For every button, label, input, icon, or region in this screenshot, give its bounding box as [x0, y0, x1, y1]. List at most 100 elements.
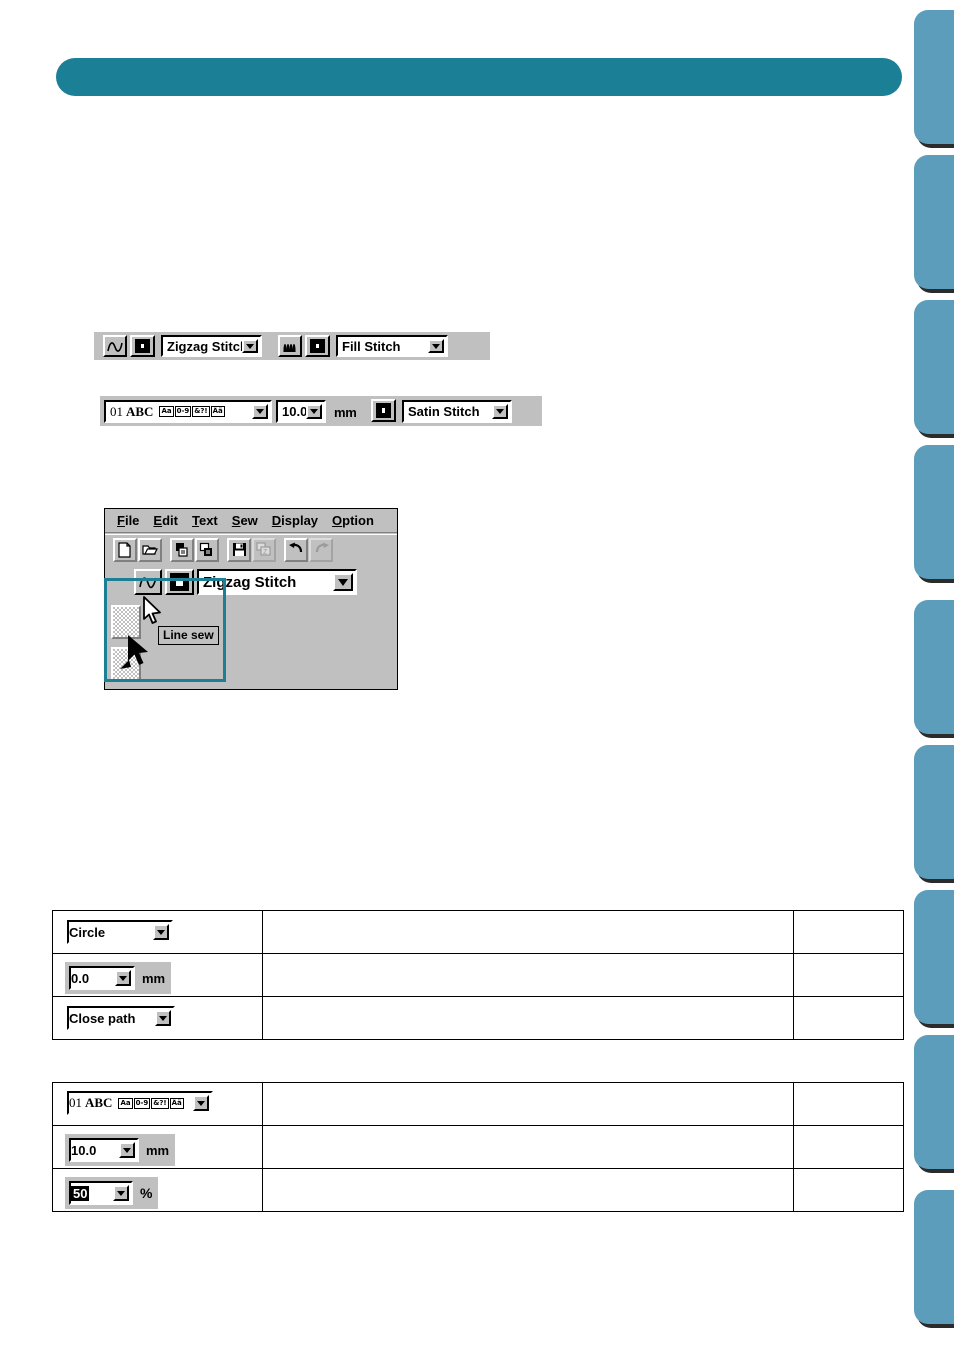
font-sample: ABC [85, 1095, 113, 1110]
svg-text:Z: Z [263, 549, 268, 556]
side-tab-5[interactable] [914, 600, 954, 734]
menu-item-text[interactable]: Text [192, 514, 218, 527]
side-tab-4[interactable] [914, 445, 954, 579]
text-size-combo[interactable]: 10.0 [276, 400, 326, 423]
side-tab-8[interactable] [914, 1035, 954, 1169]
thread-spool-icon [167, 571, 192, 593]
text-row-1-ref-cell [793, 1082, 904, 1126]
font-sample: ABC [126, 404, 154, 419]
menu-accel-display: D [271, 513, 282, 528]
chevron-down-icon[interactable] [428, 339, 444, 353]
menu-rest-edit: dit [162, 513, 178, 528]
line-sew-toggle-button-hovered[interactable] [134, 569, 162, 595]
font-select-combo[interactable]: 01 ABC Aa 0-9 &?! Ää [104, 400, 272, 423]
redo-button[interactable] [309, 537, 333, 562]
shape-row-1-ref-cell [793, 910, 904, 954]
thread-spool-icon [307, 337, 328, 355]
side-tab-1[interactable] [914, 10, 954, 144]
charset-box-1: Aa [159, 406, 174, 417]
region-stitch-type-combo[interactable]: Fill Stitch [336, 335, 448, 357]
font-number: 01 [110, 404, 123, 419]
line-sew-toggle-button[interactable] [103, 335, 127, 357]
font-select-combo[interactable]: 01 ABC Aa 0-9 &?! Ää [67, 1091, 213, 1115]
chevron-down-icon[interactable] [119, 1142, 135, 1158]
open-file-button[interactable] [138, 537, 162, 562]
thread-spool-icon [373, 401, 394, 420]
charset-box-4: Ää [210, 406, 225, 417]
menu-item-edit[interactable]: Edit [153, 514, 178, 527]
region-thread-color-button[interactable] [305, 335, 330, 357]
table-row: 10.0 mm [52, 1125, 904, 1169]
text-stitch-type-combo[interactable]: Satin Stitch [402, 400, 512, 423]
shape-type-combo[interactable]: Circle [67, 920, 173, 944]
menu-item-display[interactable]: Display [272, 514, 318, 527]
table-row: 0.0 mm [52, 953, 904, 997]
menu-item-file[interactable]: File [117, 514, 139, 527]
character-spacing-spinner-group: 50 % [65, 1177, 159, 1209]
save-button[interactable] [227, 537, 251, 562]
tooltip: Line sew [158, 626, 219, 645]
thread-spool-icon [132, 337, 153, 355]
new-document-icon [118, 541, 131, 558]
side-tab-3[interactable] [914, 300, 954, 434]
thread-color-button[interactable] [165, 569, 194, 595]
chevron-down-icon[interactable] [252, 404, 268, 419]
chevron-down-icon[interactable] [155, 1010, 171, 1026]
text-stitch-type-value: Satin Stitch [408, 404, 480, 419]
line-spacing-value: 0.0 [71, 970, 90, 986]
chevron-down-icon[interactable] [333, 573, 353, 591]
line-spacing-spinner[interactable]: 0.0 [69, 966, 135, 990]
shape-type-value: Circle [69, 924, 106, 940]
menu-accel-option: O [332, 513, 343, 528]
character-spacing-unit: % [140, 1185, 153, 1201]
menu-item-sew[interactable]: Sew [232, 514, 258, 527]
side-tab-2[interactable] [914, 155, 954, 289]
line-stitch-type-combo[interactable]: Zigzag Stitch [161, 335, 262, 357]
select-arrow-icon [128, 635, 148, 665]
new-file-button[interactable] [113, 537, 137, 562]
line-spacing-unit: mm [142, 970, 166, 986]
side-tab-6[interactable] [914, 745, 954, 879]
menu-bar: File Edit Text Sew Display Option [105, 509, 397, 533]
chevron-down-icon[interactable] [492, 404, 508, 419]
chevron-down-icon[interactable] [153, 924, 169, 940]
text-row-2-ref-cell [793, 1125, 904, 1169]
charset-box-3: &?! [192, 406, 210, 417]
write-to-card-button[interactable]: Z [252, 537, 276, 562]
side-tab-strip [900, 0, 954, 1348]
chevron-down-icon[interactable] [242, 339, 258, 353]
path-mode-combo[interactable]: Close path [67, 1006, 175, 1030]
region-sew-toggle-button[interactable] [278, 335, 302, 357]
import-design-icon [199, 542, 212, 556]
shape-row-1-description-cell [262, 910, 794, 954]
sew-attribute-toolbar: Zigzag Stitch Fill Stitch [94, 332, 490, 360]
shape-row-3-ref-cell [793, 996, 904, 1040]
sew-attribute-bar-in-window: Zigzag Stitch [105, 565, 397, 599]
chevron-down-icon[interactable] [113, 1185, 129, 1201]
chevron-down-icon[interactable] [193, 1095, 209, 1111]
charset-box-3: &?! [151, 1097, 169, 1109]
character-spacing-value: 50 [71, 1185, 90, 1201]
menu-accel-file: F [117, 513, 125, 528]
character-spacing-spinner[interactable]: 50 [69, 1181, 133, 1205]
line-sew-icon [139, 577, 157, 589]
stitch-type-value: Zigzag Stitch [203, 573, 297, 591]
import-from-design-button[interactable] [195, 537, 219, 562]
menu-rest-option: ption [342, 513, 374, 528]
text-size-spinner[interactable]: 10.0 [69, 1138, 139, 1162]
line-thread-color-button[interactable] [130, 335, 155, 357]
chevron-down-icon[interactable] [115, 970, 131, 986]
text-size-spinner-group: 10.0 mm [65, 1134, 176, 1166]
region-stitch-type-value: Fill Stitch [342, 338, 401, 354]
stitch-type-combo[interactable]: Zigzag Stitch [197, 569, 357, 595]
text-thread-color-button[interactable] [371, 399, 396, 422]
chevron-down-icon[interactable] [306, 404, 322, 419]
side-tab-7[interactable] [914, 890, 954, 1024]
menu-item-option[interactable]: Option [332, 514, 374, 527]
text-row-3-ref-cell [793, 1168, 904, 1212]
import-from-file-button[interactable] [170, 537, 194, 562]
text-size-unit: mm [334, 405, 357, 420]
page-header-banner [56, 58, 902, 96]
side-tab-9[interactable] [914, 1190, 954, 1324]
undo-button[interactable] [284, 537, 308, 562]
